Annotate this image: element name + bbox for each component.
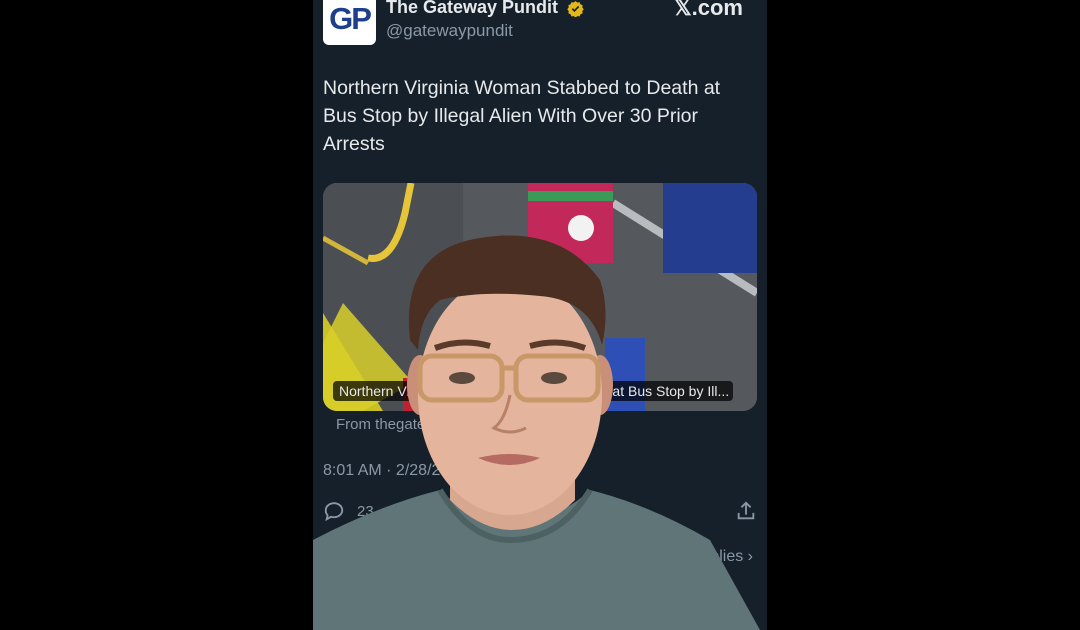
x-brand-logo: 𝕏.com <box>673 0 743 20</box>
read-replies-link[interactable]: Read replies › <box>653 548 753 566</box>
link-card[interactable]: Northern Virginia Woman Stabbed to Death… <box>323 183 757 411</box>
reply-icon <box>324 502 344 522</box>
tweet-screenshot: GP The Gateway Pundit @gatewaypundit 𝕏.c… <box>313 0 767 630</box>
chevron-right-icon: › <box>747 548 753 565</box>
display-name[interactable]: The Gateway Pundit <box>386 0 584 18</box>
display-name-text: The Gateway Pundit <box>386 0 559 17</box>
reply-button[interactable]: 23 <box>323 500 374 522</box>
account-avatar[interactable]: GP <box>323 0 376 45</box>
card-caption: Northern Virginia Woman Stabbed to Death… <box>333 381 733 401</box>
share-button[interactable] <box>735 500 757 522</box>
read-replies-label: Read replies <box>653 548 744 565</box>
tweet-text: Northern Virginia Woman Stabbed to Death… <box>323 77 721 155</box>
tweet-action-bar: 23 <box>323 500 757 526</box>
card-source[interactable]: From thegatewaypundit.com <box>336 416 525 433</box>
account-handle[interactable]: @gatewaypundit <box>386 21 513 41</box>
share-icon <box>737 501 755 520</box>
avatar-text: GP <box>329 0 372 36</box>
reply-count: 23 <box>357 502 374 520</box>
verified-badge-icon <box>567 0 584 17</box>
card-image <box>323 183 757 411</box>
tweet-timestamp[interactable]: 8:01 AM · 2/28/24 <box>323 462 449 480</box>
